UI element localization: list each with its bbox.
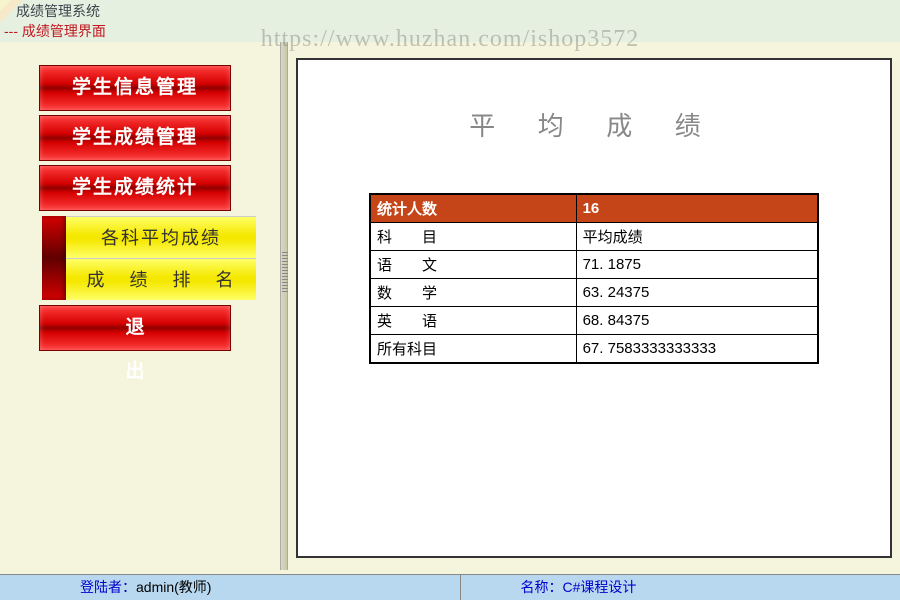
content-title: 平 均 成 绩: [298, 106, 890, 143]
subheader-label: 科 目: [370, 223, 576, 251]
name-label: 名称：: [521, 579, 563, 595]
table-row: 数 学 63. 24375: [370, 279, 818, 307]
login-value: admin(教师): [136, 579, 211, 595]
table-row: 语 文 71. 1875: [370, 251, 818, 279]
row-label: 语 文: [370, 251, 576, 279]
splitter-bar[interactable]: [280, 42, 288, 570]
table-subheader-row: 科 目 平均成绩: [370, 223, 818, 251]
status-login: 登陆者：admin(教师): [0, 575, 461, 600]
content-panel: 平 均 成 绩 统计人数 16 科 目 平均成绩 语 文 71. 1875 数 …: [296, 58, 892, 558]
row-value: 68. 84375: [576, 307, 818, 335]
submenu-ranking[interactable]: 成 绩 排 名: [66, 258, 256, 300]
row-value: 71. 1875: [576, 251, 818, 279]
nav-grade-stats[interactable]: 学生成绩统计: [40, 166, 230, 210]
row-value: 63. 24375: [576, 279, 818, 307]
status-name: 名称：C#课程设计: [461, 575, 900, 600]
app-title: 成绩管理系统: [0, 0, 900, 22]
nav-student-info[interactable]: 学生信息管理: [40, 66, 230, 110]
name-value: C#课程设计: [563, 579, 637, 595]
row-label: 所有科目: [370, 335, 576, 364]
row-value: 67. 7583333333333: [576, 335, 818, 364]
app-subtitle: --- 成绩管理界面: [0, 22, 900, 42]
status-bar: 登陆者：admin(教师) 名称：C#课程设计: [0, 574, 900, 600]
header-label: 统计人数: [370, 194, 576, 223]
stats-table: 统计人数 16 科 目 平均成绩 语 文 71. 1875 数 学 63. 24…: [369, 193, 819, 364]
row-label: 英 语: [370, 307, 576, 335]
nav-exit[interactable]: 退 出: [40, 306, 230, 350]
row-label: 数 学: [370, 279, 576, 307]
submenu-decor-bar: [42, 216, 66, 300]
nav-student-grades[interactable]: 学生成绩管理: [40, 116, 230, 160]
sidebar: 学生信息管理 学生成绩管理 学生成绩统计 各科平均成绩 成 绩 排 名 退 出: [40, 66, 270, 356]
login-label: 登陆者：: [80, 579, 136, 595]
table-row: 所有科目 67. 7583333333333: [370, 335, 818, 364]
submenu: 各科平均成绩 成 绩 排 名: [66, 216, 270, 300]
header-value: 16: [576, 194, 818, 223]
table-row: 英 语 68. 84375: [370, 307, 818, 335]
subheader-value: 平均成绩: [576, 223, 818, 251]
splitter-grip-icon: [282, 252, 288, 292]
table-header-row: 统计人数 16: [370, 194, 818, 223]
main-area: 学生信息管理 学生成绩管理 学生成绩统计 各科平均成绩 成 绩 排 名 退 出 …: [0, 42, 900, 570]
submenu-average[interactable]: 各科平均成绩: [66, 216, 256, 258]
